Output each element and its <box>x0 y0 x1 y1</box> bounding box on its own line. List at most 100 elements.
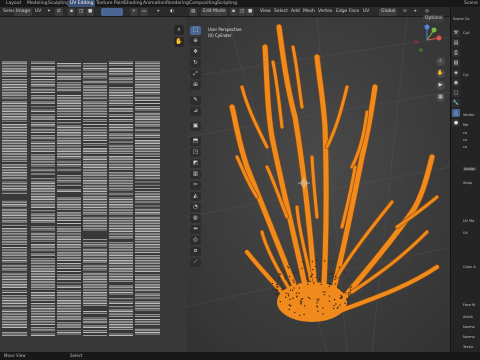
cursor-icon[interactable]: ⊕ <box>190 37 201 46</box>
add-cube-icon[interactable]: ▣ <box>190 122 201 131</box>
pan-view-icon[interactable]: ✋ <box>436 69 445 78</box>
material-row[interactable]: Ma <box>463 123 468 127</box>
uv-sync-icon[interactable]: ⇄ <box>55 8 63 16</box>
zoom-view-icon[interactable]: ⌕ <box>436 57 445 66</box>
ortho-toggle-icon[interactable]: ▦ <box>436 93 445 102</box>
shape-keys-header[interactable]: Shap <box>463 181 472 185</box>
uv-snap-icon[interactable]: ⌖ <box>155 8 162 16</box>
select-menu[interactable]: Select <box>272 8 290 16</box>
vertex-groups-header[interactable]: Vertex <box>463 113 474 117</box>
uv-new-image-icon[interactable]: + <box>130 8 138 16</box>
object-name: (0) Cylinder <box>208 33 232 38</box>
normals-header[interactable]: Norma <box>463 325 475 329</box>
outliner-header: Scene Co <box>453 17 470 21</box>
uv-image-menu[interactable]: Image <box>14 8 33 16</box>
scale-icon[interactable]: ⤢ <box>190 70 201 79</box>
uv-pin-icon[interactable]: ✦ <box>45 8 53 16</box>
output-tab-icon[interactable]: ⎙ <box>452 49 460 57</box>
transform-icon[interactable]: ⊞ <box>190 81 201 90</box>
properties-panel: Scene Co ⚒ ▤ ⎙ ▧ ◈ ◉ ▢ 🔧 △ ● Cyli Cyl Ve… <box>450 7 480 352</box>
uv-maps-header[interactable]: UV Ma <box>463 219 474 223</box>
edge-slide-icon[interactable]: ⇹ <box>190 225 201 234</box>
move-icon[interactable]: ✥ <box>190 48 201 57</box>
smooth-icon[interactable]: ◍ <box>190 214 201 223</box>
navigation-gizmo[interactable]: ⌕ ✋ ▶ ▦ <box>408 24 446 104</box>
status-bar: Move View Select <box>0 352 480 360</box>
select-box-icon[interactable]: ⬚ <box>190 26 201 35</box>
pan-hand-icon[interactable]: ✋ <box>174 37 184 47</box>
measure-icon[interactable]: ⊿ <box>190 107 201 116</box>
uv-open-image-icon[interactable]: ▭ <box>140 8 149 16</box>
rotate-icon[interactable]: ↻ <box>190 59 201 68</box>
mesh-name-row[interactable]: Cyl <box>463 73 469 77</box>
camera-view-icon[interactable]: ▶ <box>436 81 445 90</box>
tab-layout[interactable]: Layout <box>4 0 23 7</box>
uv-face-select-icon[interactable]: ■ <box>86 8 95 16</box>
view-menu[interactable]: View <box>258 8 273 16</box>
render-tab-icon[interactable]: ▤ <box>452 39 460 47</box>
viewport-info-text: User Perspective (0) Cylinder <box>208 27 242 39</box>
face-menu[interactable]: Face <box>347 8 361 16</box>
material-tab-icon[interactable]: ● <box>452 119 460 127</box>
tool-tab-icon[interactable]: ⚒ <box>452 29 460 37</box>
vertex-group-1[interactable]: co <box>463 131 467 135</box>
uv-menu-3d[interactable]: UV <box>361 8 371 16</box>
knife-icon[interactable]: ✂ <box>190 181 201 190</box>
select-vertex-icon[interactable]: ▪ <box>230 8 238 16</box>
snap-icon[interactable]: ⌖ <box>412 8 419 16</box>
uv-image-selector[interactable] <box>101 8 123 16</box>
spin-icon[interactable]: ◔ <box>190 203 201 212</box>
face-maps-header[interactable]: Face M <box>463 303 475 307</box>
zoom-icon[interactable]: ⌕ <box>174 25 184 35</box>
loop-cut-icon[interactable]: ▥ <box>190 170 201 179</box>
add-menu[interactable]: Add <box>289 8 302 16</box>
texture-space-header[interactable]: Textur <box>463 345 474 349</box>
uv-editor-header: Select Image UV ✦ ⇄ ▪ ◫ ■ + ▭ ⌖ ◐ <box>0 7 187 17</box>
uv-vertex-select-icon[interactable]: ▪ <box>68 8 76 16</box>
tab-scripting[interactable]: Scripting <box>215 0 239 7</box>
world-tab-icon[interactable]: ◉ <box>452 79 460 87</box>
mesh-menu[interactable]: Mesh <box>301 8 317 16</box>
editor-type-icon[interactable]: ▤ <box>189 8 198 16</box>
object-tab-icon[interactable]: ▢ <box>452 89 460 97</box>
view-layer-tab-icon[interactable]: ▧ <box>452 59 460 67</box>
uv-navigation-tools: ⌕ ✋ <box>174 25 184 75</box>
modifier-tab-icon[interactable]: 🔧 <box>452 99 460 107</box>
normals-option[interactable]: Norma <box>463 335 475 339</box>
bevel-icon[interactable]: ◩ <box>190 159 201 168</box>
extrude-icon[interactable]: ⬒ <box>190 137 201 146</box>
uv-overlay-icon[interactable]: ◐ <box>168 8 176 16</box>
uv-menu[interactable]: UV <box>33 8 43 16</box>
rip-icon[interactable]: ⟋ <box>190 258 201 267</box>
inset-icon[interactable]: ◳ <box>190 148 201 157</box>
vertex-group-3[interactable]: co <box>463 145 467 149</box>
mode-selector[interactable]: Edit Mode <box>201 8 228 16</box>
scene-tab-icon[interactable]: ◈ <box>452 69 460 77</box>
uv-edge-select-icon[interactable]: ◫ <box>77 8 86 16</box>
shear-icon[interactable]: ⧄ <box>190 247 201 256</box>
options-button[interactable]: Options <box>423 15 445 23</box>
tab-uv-editing[interactable]: UV Editing <box>68 0 96 7</box>
uv-map-item[interactable]: UV <box>463 231 468 235</box>
scene-label[interactable]: Scene <box>462 0 480 7</box>
poly-build-icon[interactable]: ◭ <box>190 192 201 201</box>
annotate-icon[interactable]: ✎ <box>190 96 201 105</box>
vertex-menu[interactable]: Vertex <box>316 8 334 16</box>
status-select-hint: Select <box>70 353 83 358</box>
viewport-header: ▤ Edit Mode ▪ ◫ ■ View Select Add Mesh V… <box>187 7 450 17</box>
color-attributes-header[interactable]: Color A <box>463 265 476 269</box>
orientation-selector[interactable]: Global <box>379 8 398 16</box>
select-face-icon[interactable]: ■ <box>246 8 255 16</box>
uv-editor[interactable] <box>0 17 187 352</box>
vertex-group-2[interactable]: co <box>463 138 467 142</box>
attributes-header[interactable]: Attrib <box>463 315 473 319</box>
uv-islands-canvas[interactable] <box>0 17 187 352</box>
assign-button[interactable]: Assign <box>463 167 477 171</box>
tool-shelf: ⬚ ⊕ ✥ ↻ ⤢ ⊞ ✎ ⊿ ▣ ⬒ ◳ ◩ ▥ ✂ ◭ ◔ ◍ ⇹ ◎ ⧄ … <box>190 24 203 279</box>
pivot-icon[interactable]: ⊙ <box>401 8 409 16</box>
workspace-tabbar: Layout Modeling Sculpting UV Editing Tex… <box>0 0 480 7</box>
object-name-row[interactable]: Cyli <box>463 31 469 35</box>
mesh-data-tab-icon[interactable]: △ <box>452 109 460 117</box>
axis-gizmo-icon[interactable] <box>408 24 446 56</box>
shrink-icon[interactable]: ◎ <box>190 236 201 245</box>
